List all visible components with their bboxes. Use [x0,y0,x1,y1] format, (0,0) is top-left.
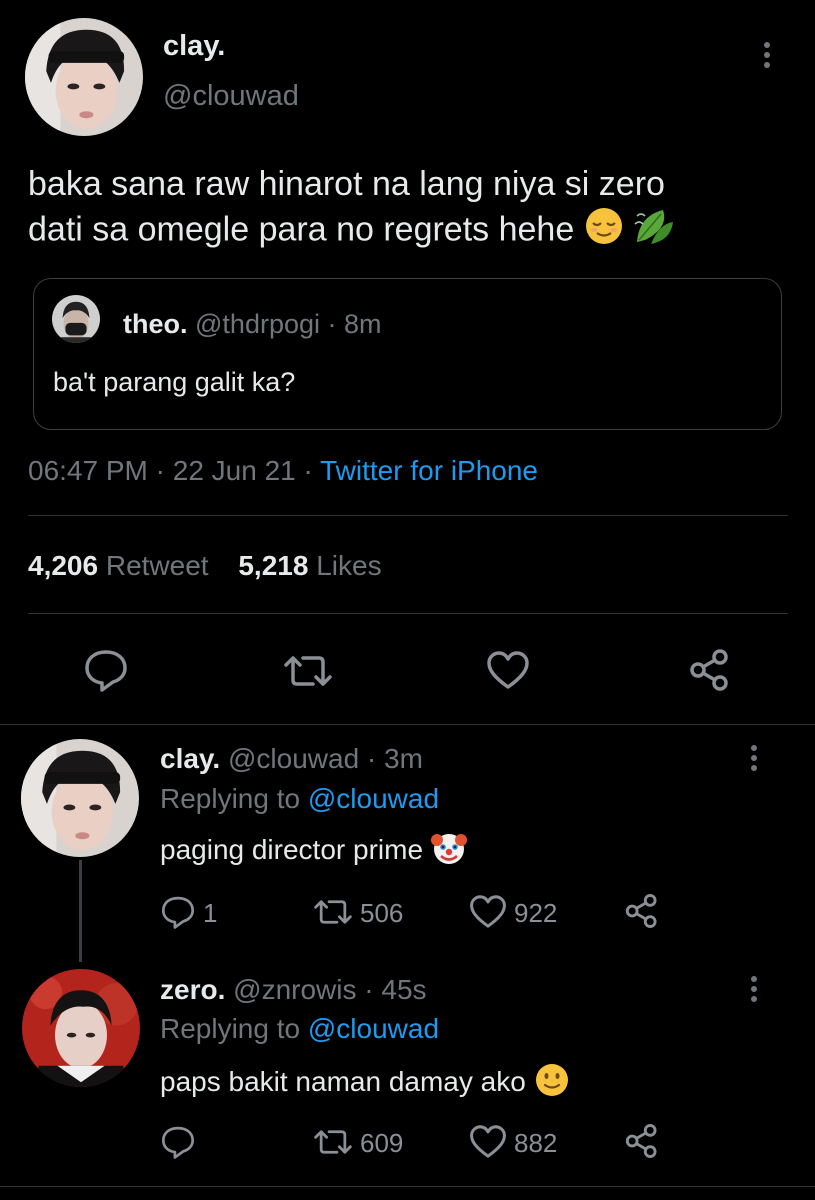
quoted-time: · 8m [327,309,382,339]
section-divider [0,724,815,725]
tweet-time[interactable]: 06:47 PM [28,455,148,486]
tweet-text-line-1: baka sana raw hinarot na lang niya si ze… [28,165,665,203]
reply-icon[interactable] [83,648,129,692]
replying-to-handle[interactable]: @clouwad [308,1013,439,1044]
divider [28,613,788,614]
reply-author-name[interactable]: zero. [160,974,225,1005]
retweet-count: 506 [360,898,404,928]
retweet-stat[interactable]: 4,206 Retweet [28,550,216,581]
reply-text: paps bakit naman damay ako [160,1062,570,1105]
more-options-icon[interactable] [751,745,757,771]
slightly-smiling-face-icon [534,1062,570,1105]
reply-text: paging director prime [160,830,467,873]
quoted-author-name[interactable]: theo. [123,309,188,339]
thread-line [79,860,82,962]
tweet-text: baka sana raw hinarot na lang niya si ze… [28,163,798,257]
replying-to-handle[interactable]: @clouwad [308,783,439,814]
share-icon[interactable] [624,893,660,929]
quoted-text: ba't parang galit ka? [53,367,296,397]
reply-icon[interactable] [160,895,196,929]
reply-text-content: paging director prime [160,833,424,865]
like-icon[interactable] [486,650,530,690]
like-icon[interactable] [469,894,507,929]
share-icon[interactable] [688,648,732,692]
more-options-icon[interactable] [764,42,770,68]
author-name[interactable]: clay. [163,30,225,63]
tweet-date[interactable]: · 22 Jun 21 · [156,455,313,486]
more-options-icon[interactable] [751,976,757,1002]
replying-to: Replying to @clouwad [160,783,439,815]
divider [28,515,788,516]
share-icon[interactable] [624,1123,660,1159]
reply-text-content: paps bakit naman damay ako [160,1065,526,1097]
retweet-icon[interactable] [313,1127,353,1157]
reply-avatar[interactable] [22,969,140,1087]
reply-avatar[interactable] [21,739,139,857]
reply-time: · 3m [366,743,423,774]
tweet-timestamp: 06:47 PM · 22 Jun 21 · Twitter for iPhon… [28,455,538,487]
reply-count: 1 [203,898,218,928]
like-count: 882 [514,1128,558,1158]
tweet-source[interactable]: Twitter for iPhone [320,455,538,486]
section-divider [0,1186,815,1187]
replying-to-prefix: Replying to [160,1013,301,1044]
like-count: 922 [514,898,558,928]
quoted-tweet[interactable]: theo. @thdrpogi · 8m ba't parang galit k… [33,278,782,430]
retweet-count: 609 [360,1128,404,1158]
tweet-text-line-2-text: dati sa omegle para no regrets hehe [28,210,575,249]
reply-author-handle[interactable]: @clouwad [228,743,359,774]
retweet-count: 4,206 [28,550,99,581]
avatar[interactable] [25,18,143,136]
reply-author-name[interactable]: clay. [160,743,220,774]
likes-stat[interactable]: 5,218 Likes [238,550,381,581]
leaf-fluttering-icon [633,206,675,257]
likes-label: Likes [316,550,382,581]
replying-to-prefix: Replying to [160,783,301,814]
quoted-author-handle[interactable]: @thdrpogi [195,309,320,339]
replying-to: Replying to @clouwad [160,1013,439,1045]
retweet-icon[interactable] [313,897,353,927]
tweet-stats: 4,206 Retweet 5,218 Likes [28,550,382,582]
reply-icon[interactable] [160,1125,196,1159]
relieved-face-icon [584,206,624,257]
quoted-avatar[interactable] [52,295,100,343]
reply-header: clay. @clouwad · 3m [160,743,423,775]
retweet-icon[interactable] [283,652,333,690]
reply-time: · 45s [364,974,427,1005]
author-handle[interactable]: @clouwad [163,80,299,113]
reply-author-handle[interactable]: @znrowis [233,974,356,1005]
quoted-header: theo. @thdrpogi · 8m [123,309,382,340]
tweet-text-line-2: dati sa omegle para no regrets hehe [28,206,798,257]
retweet-label: Retweet [105,550,209,581]
reply-header: zero. @znrowis · 45s [160,974,427,1006]
like-icon[interactable] [469,1124,507,1159]
likes-count: 5,218 [238,550,309,581]
clown-face-icon [430,830,467,873]
